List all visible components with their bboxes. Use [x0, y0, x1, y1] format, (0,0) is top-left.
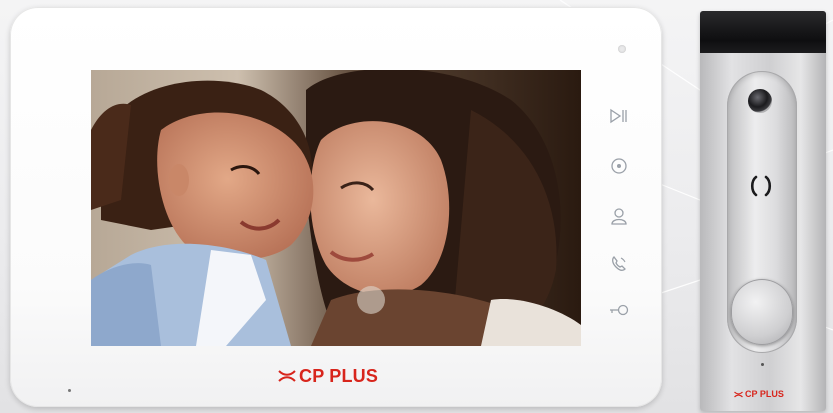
playback-button[interactable]	[608, 105, 630, 127]
door-call-button[interactable]	[731, 279, 793, 345]
camera-lens-icon	[748, 89, 772, 113]
side-control-panel	[600, 105, 636, 325]
intercom-button[interactable]	[608, 205, 630, 227]
door-camera-brand-text: CP PLUS	[745, 389, 784, 399]
monitor-brand-logo: CP PLUS	[278, 364, 378, 388]
playback-icon	[610, 108, 627, 124]
cp-plus-logo-icon	[278, 370, 296, 382]
door-camera-panel	[727, 71, 797, 353]
monitor-screen	[91, 70, 581, 346]
monitor-button[interactable]	[608, 155, 630, 177]
unlock-key-icon	[610, 304, 629, 316]
unlock-button[interactable]	[608, 299, 630, 321]
screen-photo	[91, 70, 581, 346]
door-camera-rain-visor	[700, 11, 826, 53]
microphone-hole	[68, 389, 71, 392]
call-icon	[612, 256, 626, 271]
door-camera-brand-logo: CP PLUS	[734, 389, 784, 399]
monitor-icon	[611, 158, 627, 174]
monitor-brand-text: CP PLUS	[299, 365, 379, 386]
cp-plus-logo-small-icon	[734, 391, 743, 397]
speaker-grill-icon	[750, 175, 772, 197]
power-indicator-led	[618, 45, 626, 53]
door-microphone-hole	[761, 363, 764, 366]
indoor-monitor: CP PLUS	[10, 7, 662, 407]
intercom-icon	[611, 208, 627, 225]
outdoor-door-camera: CP PLUS	[700, 11, 826, 411]
call-button[interactable]	[608, 253, 630, 275]
